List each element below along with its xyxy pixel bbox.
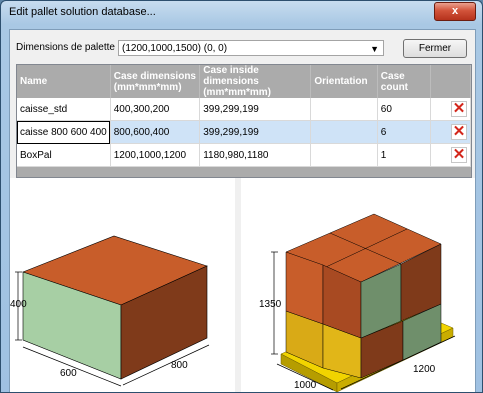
window-title: Edit pallet solution database... [9,6,156,18]
grid-cell-dims[interactable]: 1200,1000,1200 [110,143,201,167]
pallet-dimensions-value: (1200,1000,1500) (0, 0) [122,43,228,54]
pallet-depth-label: 1200 [413,364,436,375]
grid-cell-delete: ✕ [430,98,471,121]
title-bar[interactable]: Edit pallet solution database... x [1,1,482,25]
case-width-label: 600 [60,368,77,379]
fermer-button[interactable]: Fermer [403,39,467,58]
table-row[interactable]: caisse_std 400,300,200 399,299,199 60 ✕ [17,98,471,121]
grid-cell-inside[interactable]: 399,299,199 [199,120,312,144]
grid-table: Name Case dimensions (mm*mm*mm) Case insid… [17,65,471,167]
pallet-3d-view: 1350 1000 1200 [241,178,475,392]
upper-front-left [285,251,324,325]
grid-header-name[interactable]: Name [17,65,111,98]
window-close-button[interactable]: x [434,2,476,21]
case-height-label: 400 [10,299,27,310]
grid-cell-dims[interactable]: 400,300,200 [110,98,201,121]
grid-header-case-inside-dimensions-mm-mm-mm[interactable]: Case inside dimensions (mm*mm*mm) [199,65,312,98]
edit-pallet-dialog: Edit pallet solution database... x Dimen… [0,0,483,393]
table-row[interactable]: caisse 800 600 400 800,600,400 399,299,199… [17,120,471,144]
grid-cell-delete: ✕ [430,143,471,167]
grid-header-delete[interactable] [430,65,471,98]
grid-cell-orientation[interactable] [310,143,378,167]
pallet-dimensions-label: Dimensions de palette [16,42,115,53]
grid-cell-count[interactable]: 6 [377,120,432,144]
case-depth-label: 800 [171,360,188,371]
pallet-solutions-grid[interactable]: Name Case dimensions (mm*mm*mm) Case insid… [16,64,472,178]
delete-row-icon[interactable]: ✕ [451,124,467,140]
grid-cell-inside[interactable]: 399,299,199 [199,98,312,121]
grid-cell-name[interactable]: caisse 800 600 400 [17,120,111,144]
grid-header-case-dimensions-mm-mm-mm[interactable]: Case dimensions (mm*mm*mm) [110,65,201,98]
case-3d-drawing: 400 600 800 [10,235,210,387]
preview-area: 400 600 800 1350 1000 1200 [10,178,475,392]
case-3d-view: 400 600 800 [10,178,235,392]
grid-cell-name[interactable]: BoxPal [17,143,111,167]
grid-cell-dims[interactable]: 800,600,400 [110,120,201,144]
pallet-height-label: 1350 [259,299,282,310]
pallet-width-label: 1000 [294,380,317,391]
grid-cell-name[interactable]: caisse_std [17,98,111,121]
delete-row-icon[interactable]: ✕ [451,101,467,117]
grid-header-orientation[interactable]: Orientation [310,65,378,98]
grid-cell-delete: ✕ [430,120,471,144]
table-row[interactable]: BoxPal 1200,1000,1200 1180,980,1180 1 ✕ [17,143,471,167]
grid-cell-count[interactable]: 1 [377,143,432,167]
grid-header-case-count[interactable]: Case count [377,65,432,98]
grid-cell-inside[interactable]: 1180,980,1180 [199,143,312,167]
grid-header-row: Name Case dimensions (mm*mm*mm) Case insid… [17,65,471,98]
grid-cell-count[interactable]: 60 [377,98,432,121]
grid-cell-orientation[interactable] [310,98,378,121]
grid-cell-orientation[interactable] [310,120,378,144]
dialog-client-area: Dimensions de palette (1200,1000,1500) (… [9,29,476,392]
pallet-3d-drawing: 1350 1000 1200 [259,213,456,392]
pallet-dimensions-combobox[interactable]: (1200,1000,1500) (0, 0) ▼ [118,40,384,56]
delete-row-icon[interactable]: ✕ [451,147,467,163]
chevron-down-icon[interactable]: ▼ [370,41,379,57]
